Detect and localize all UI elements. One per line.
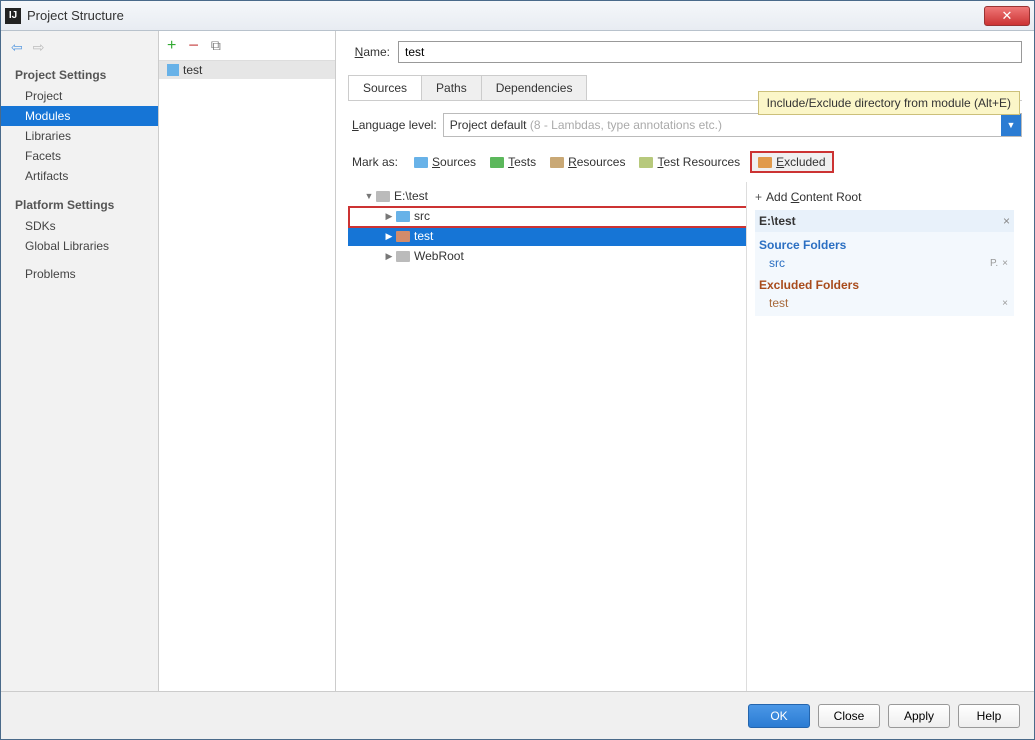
help-button[interactable]: Help: [958, 704, 1020, 728]
sidebar-section-header: Platform Settings: [1, 194, 158, 216]
mark-as-excluded[interactable]: Excluded: [750, 151, 833, 173]
tree-node[interactable]: ▶ src: [348, 206, 746, 226]
window-titlebar: IJ Project Structure ✕: [1, 1, 1034, 31]
nav-back-icon[interactable]: ⇦: [11, 39, 23, 56]
name-label: Name:: [348, 45, 390, 59]
module-detail-panel: Name: SourcesPathsDependencies Language …: [336, 31, 1034, 691]
language-level-label: Language level:: [352, 118, 437, 132]
folder-icon: [414, 157, 428, 168]
mark-as-tests[interactable]: Tests: [486, 153, 540, 171]
language-level-value: Project default: [450, 118, 527, 132]
chevron-down-icon[interactable]: ▼: [1001, 114, 1021, 136]
module-name-input[interactable]: [398, 41, 1022, 63]
chevron-right-icon[interactable]: ▶: [382, 231, 396, 242]
tab-sources[interactable]: Sources: [349, 76, 422, 100]
copy-module-icon[interactable]: ⧉: [211, 37, 221, 54]
folder-icon: [758, 157, 772, 168]
chevron-right-icon[interactable]: ▶: [382, 251, 396, 262]
module-icon: [167, 64, 179, 76]
tree-node-label: E:\test: [394, 189, 428, 203]
nav-forward-icon[interactable]: ⇨: [33, 39, 45, 56]
content-tree: ▼ E:\test ▶ src ▶ test ▶ WebRoot: [348, 182, 747, 691]
mark-as-test-resources[interactable]: Test Resources: [635, 153, 744, 171]
window-title: Project Structure: [27, 8, 124, 23]
folder-icon: [490, 157, 504, 168]
remove-module-icon[interactable]: −: [188, 35, 199, 56]
remove-folder-icon[interactable]: ×: [1002, 298, 1008, 309]
folder-icon: [376, 191, 390, 202]
content-folder-name: src: [769, 256, 785, 270]
ok-button[interactable]: OK: [748, 704, 810, 728]
language-level-select[interactable]: Project default (8 - Lambdas, type annot…: [443, 113, 1022, 137]
tab-paths[interactable]: Paths: [422, 76, 482, 100]
dialog-footer: OK Close Apply Help: [1, 691, 1034, 739]
module-list-item[interactable]: test: [159, 61, 335, 79]
mark-as-sources[interactable]: Sources: [410, 153, 480, 171]
module-name: test: [183, 63, 202, 77]
sidebar-item-libraries[interactable]: Libraries: [1, 126, 158, 146]
add-content-root-button[interactable]: + Add Content Root: [755, 188, 1014, 210]
content-folder-item[interactable]: src P. ×: [755, 254, 1014, 272]
chevron-down-icon[interactable]: ▼: [362, 191, 376, 201]
language-level-hint: (8 - Lambdas, type annotations etc.): [530, 118, 722, 132]
sidebar-section-header: Project Settings: [1, 64, 158, 86]
tree-node[interactable]: ▼ E:\test: [348, 186, 746, 206]
content-roots-panel: + Add Content Root E:\test × Source Fold…: [747, 182, 1022, 691]
folder-icon: [396, 251, 410, 262]
sidebar-item-global-libraries[interactable]: Global Libraries: [1, 236, 158, 256]
sidebar-item-facets[interactable]: Facets: [1, 146, 158, 166]
tree-node-label: WebRoot: [414, 249, 464, 263]
folder-icon: [550, 157, 564, 168]
mark-as-label: Mark as:: [352, 155, 398, 169]
folder-suffix-icon[interactable]: P.: [990, 258, 998, 269]
tree-node-label: src: [414, 209, 430, 223]
sidebar-item-artifacts[interactable]: Artifacts: [1, 166, 158, 186]
content-folder-name: test: [769, 296, 788, 310]
folder-group-header: Source Folders: [755, 232, 1014, 254]
tree-node-label: test: [414, 229, 433, 243]
folder-icon: [396, 211, 410, 222]
remove-folder-icon[interactable]: ×: [1002, 258, 1008, 269]
module-tabs: SourcesPathsDependencies: [348, 75, 587, 100]
content-folder-item[interactable]: test ×: [755, 294, 1014, 312]
modules-panel: + − ⧉ test: [159, 31, 336, 691]
close-button[interactable]: Close: [818, 704, 880, 728]
apply-button[interactable]: Apply: [888, 704, 950, 728]
sidebar-item-project[interactable]: Project: [1, 86, 158, 106]
remove-content-root-icon[interactable]: ×: [1003, 214, 1010, 228]
folder-group-header: Excluded Folders: [755, 272, 1014, 294]
folder-icon: [396, 231, 410, 242]
tree-node[interactable]: ▶ WebRoot: [348, 246, 746, 266]
app-icon: IJ: [5, 8, 21, 24]
settings-sidebar: ⇦ ⇨ Project SettingsProjectModulesLibrar…: [1, 31, 159, 691]
chevron-right-icon[interactable]: ▶: [382, 211, 396, 222]
sidebar-item-problems[interactable]: Problems: [1, 264, 158, 284]
sidebar-item-modules[interactable]: Modules: [1, 106, 158, 126]
plus-icon: +: [755, 190, 762, 204]
sidebar-item-sdks[interactable]: SDKs: [1, 216, 158, 236]
mark-as-resources[interactable]: Resources: [546, 153, 629, 171]
tab-dependencies[interactable]: Dependencies: [482, 76, 587, 100]
content-root-path: E:\test: [759, 214, 796, 228]
tree-node[interactable]: ▶ test: [348, 226, 746, 246]
tooltip: Include/Exclude directory from module (A…: [758, 91, 1020, 115]
add-module-icon[interactable]: +: [167, 37, 176, 55]
content-root-entry[interactable]: E:\test ×: [755, 210, 1014, 232]
window-close-button[interactable]: ✕: [984, 6, 1030, 26]
folder-icon: [639, 157, 653, 168]
